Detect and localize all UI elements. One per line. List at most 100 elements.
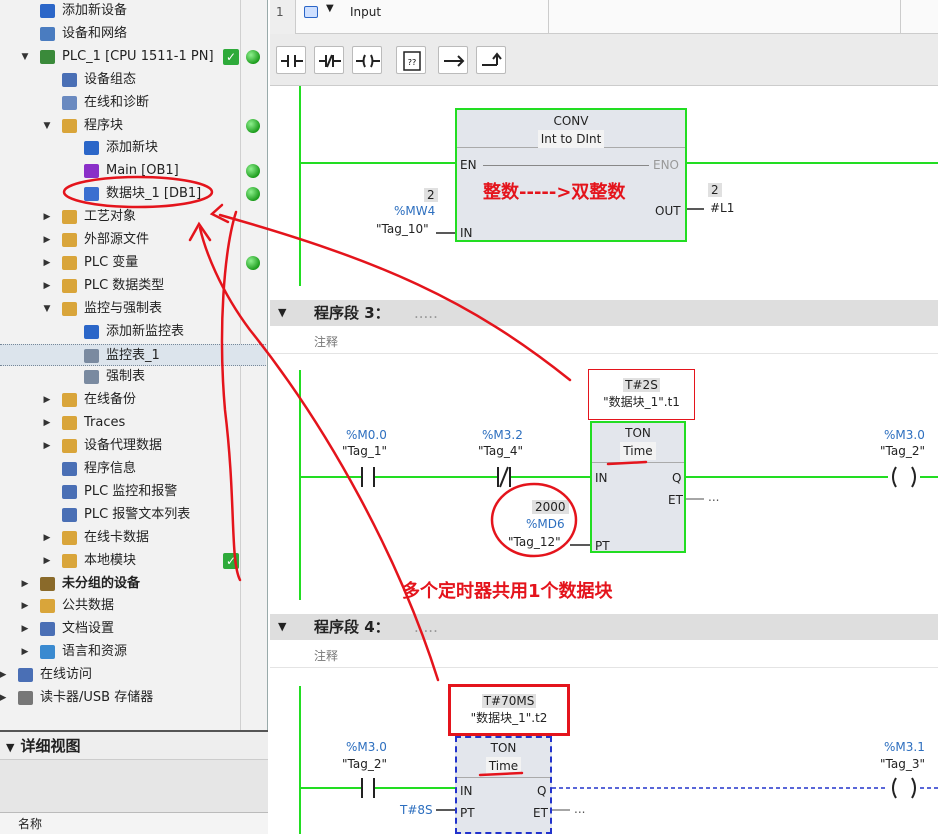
tree-item[interactable]: 监控表_1	[0, 343, 266, 366]
collapse-icon[interactable]: ▼	[20, 46, 30, 68]
tree-item[interactable]: 强制表	[0, 366, 266, 388]
tree-item[interactable]: PLC 报警文本列表	[0, 504, 266, 526]
detail-view-header[interactable]: ▼ 详细视图	[0, 732, 268, 760]
tree-item[interactable]: 数据块_1 [DB1]	[0, 183, 266, 205]
expand-icon[interactable]: ▶	[42, 550, 52, 572]
tree-item[interactable]: ▶ 工艺对象	[0, 206, 266, 228]
tree-item[interactable]: 设备和网络	[0, 23, 266, 45]
tree-item[interactable]: ▶ 设备代理数据	[0, 435, 266, 457]
expand-icon[interactable]: ▶	[42, 229, 52, 251]
network-4-suffix: .....	[414, 618, 438, 636]
tree-item[interactable]: ▶ 在线访问	[0, 664, 266, 686]
ton2-block[interactable]: TON Time IN Q PT ET	[455, 736, 552, 834]
tree-item[interactable]: ▼ PLC_1 [CPU 1511-1 PN] ✓	[0, 46, 266, 68]
tree-item[interactable]: ▶ 文档设置	[0, 618, 266, 640]
ton1-pt-address[interactable]: %MD6	[526, 517, 565, 531]
network-3-header[interactable]: ▼ 程序段 3： .....	[270, 300, 938, 326]
online-status-icon	[246, 164, 260, 179]
coil-1-address[interactable]: %M3.0	[884, 428, 925, 442]
tree-item[interactable]: ▶ 公共数据	[0, 595, 266, 617]
folder-icon	[62, 393, 77, 408]
network-3-title: 程序段 3：	[314, 304, 390, 322]
ton1-pt-tag[interactable]: "Tag_12"	[508, 535, 561, 549]
tree-item[interactable]: 在线和诊断	[0, 92, 266, 114]
tree-item[interactable]: ▼ 程序块	[0, 115, 266, 137]
tree-item[interactable]: ▶ 未分组的设备	[0, 573, 266, 595]
contact-3-tag[interactable]: "Tag_2"	[342, 757, 387, 771]
tree-item[interactable]: ▶ PLC 变量	[0, 252, 266, 274]
ton2-instance-box[interactable]: T#70MS "数据块_1".t2	[448, 684, 570, 736]
detail-view-title: 详细视图	[20, 737, 81, 755]
empty-box-button[interactable]: ??	[396, 46, 426, 74]
expand-icon[interactable]: ▶	[42, 275, 52, 297]
network-4-collapse-icon[interactable]: ▼	[278, 614, 286, 640]
expand-icon[interactable]: ▶	[0, 664, 8, 686]
folder-icon	[62, 439, 77, 454]
coil-button[interactable]	[352, 46, 382, 74]
expand-icon[interactable]: ▶	[20, 595, 30, 617]
collapse-icon[interactable]: ▼	[42, 298, 52, 320]
coil-2-address[interactable]: %M3.1	[884, 740, 925, 754]
conv-block[interactable]: CONV Int to DInt EN ENO IN OUT 整数----->双…	[455, 108, 687, 242]
interface-table: 1 ▼ Input	[270, 0, 938, 34]
tree-item[interactable]: ▶ Traces	[0, 412, 266, 434]
tree-item[interactable]: 设备组态	[0, 69, 266, 91]
tree-item[interactable]: Main [OB1]	[0, 160, 266, 182]
collapse-icon[interactable]: ▼	[6, 741, 14, 754]
expand-icon[interactable]: ▶	[0, 687, 8, 709]
tree-item[interactable]: PLC 监控和报警	[0, 481, 266, 503]
ton1-instance-box[interactable]: T#2S "数据块_1".t1	[588, 369, 695, 420]
close-branch-button[interactable]	[476, 46, 506, 74]
network-3-collapse-icon[interactable]: ▼	[278, 300, 286, 326]
tree-item[interactable]: 添加新设备	[0, 0, 266, 22]
no-contact-button[interactable]	[276, 46, 306, 74]
detail-name-column[interactable]: 名称	[0, 812, 268, 834]
ton1-block[interactable]: TON Time IN Q ET PT	[590, 421, 686, 553]
expand-icon[interactable]: ▶	[42, 252, 52, 274]
expand-icon[interactable]: ▶	[42, 435, 52, 457]
network-4-header[interactable]: ▼ 程序段 4： .....	[270, 614, 938, 640]
contact-1-tag[interactable]: "Tag_1"	[342, 444, 387, 458]
row-number: 1	[276, 5, 284, 19]
contact-2-address[interactable]: %M3.2	[482, 428, 523, 442]
contact-2-tag[interactable]: "Tag_4"	[478, 444, 523, 458]
folder-icon	[62, 553, 77, 568]
ton1-in-pin: IN	[595, 471, 608, 485]
coil-1-tag[interactable]: "Tag_2"	[880, 444, 925, 458]
tree-item[interactable]: ▶ 在线备份	[0, 389, 266, 411]
expand-icon[interactable]: ▶	[42, 389, 52, 411]
tree-item[interactable]: ▶ PLC 数据类型	[0, 275, 266, 297]
ton2-pt-value[interactable]: T#8S	[400, 803, 433, 817]
expand-icon[interactable]: ▶	[42, 527, 52, 549]
expand-icon[interactable]: ▶	[20, 618, 30, 640]
collapse-icon[interactable]: ▼	[42, 115, 52, 137]
tree-item[interactable]: 添加新块	[0, 137, 266, 159]
detail-view-panel: ▼ 详细视图 名称	[0, 730, 268, 834]
contact-1-address[interactable]: %M0.0	[346, 428, 387, 442]
tree-item[interactable]: ▼ 监控与强制表	[0, 298, 266, 320]
conv-in-tag[interactable]: "Tag_10"	[376, 222, 429, 236]
tree-item[interactable]: ▶ 本地模块 ✓	[0, 550, 266, 572]
tree-item[interactable]: 添加新监控表	[0, 321, 266, 343]
tree-item[interactable]: ▶ 外部源文件	[0, 229, 266, 251]
open-branch-button[interactable]	[438, 46, 468, 74]
network-3-comment[interactable]: 注释	[270, 330, 938, 354]
nc-contact-button[interactable]	[314, 46, 344, 74]
tree-item[interactable]: ▶ 读卡器/USB 存储器	[0, 687, 266, 709]
tree-item-label: 监控与强制表	[84, 300, 163, 316]
coil-2-tag[interactable]: "Tag_3"	[880, 757, 925, 771]
add-table-icon	[84, 324, 99, 339]
expand-icon[interactable]: ▶	[20, 641, 30, 663]
expand-icon[interactable]: ▼	[326, 3, 334, 14]
expand-icon[interactable]: ▶	[20, 573, 30, 595]
network-4-comment[interactable]: 注释	[270, 644, 938, 668]
force-table-icon	[84, 370, 99, 385]
tree-item[interactable]: ▶ 语言和资源	[0, 641, 266, 663]
conv-out-tag[interactable]: #L1	[710, 201, 734, 215]
tree-item[interactable]: ▶ 在线卡数据	[0, 527, 266, 549]
contact-3-address[interactable]: %M3.0	[346, 740, 387, 754]
tree-item[interactable]: 程序信息	[0, 458, 266, 480]
expand-icon[interactable]: ▶	[42, 206, 52, 228]
conv-in-address[interactable]: %MW4	[394, 204, 435, 218]
expand-icon[interactable]: ▶	[42, 412, 52, 434]
